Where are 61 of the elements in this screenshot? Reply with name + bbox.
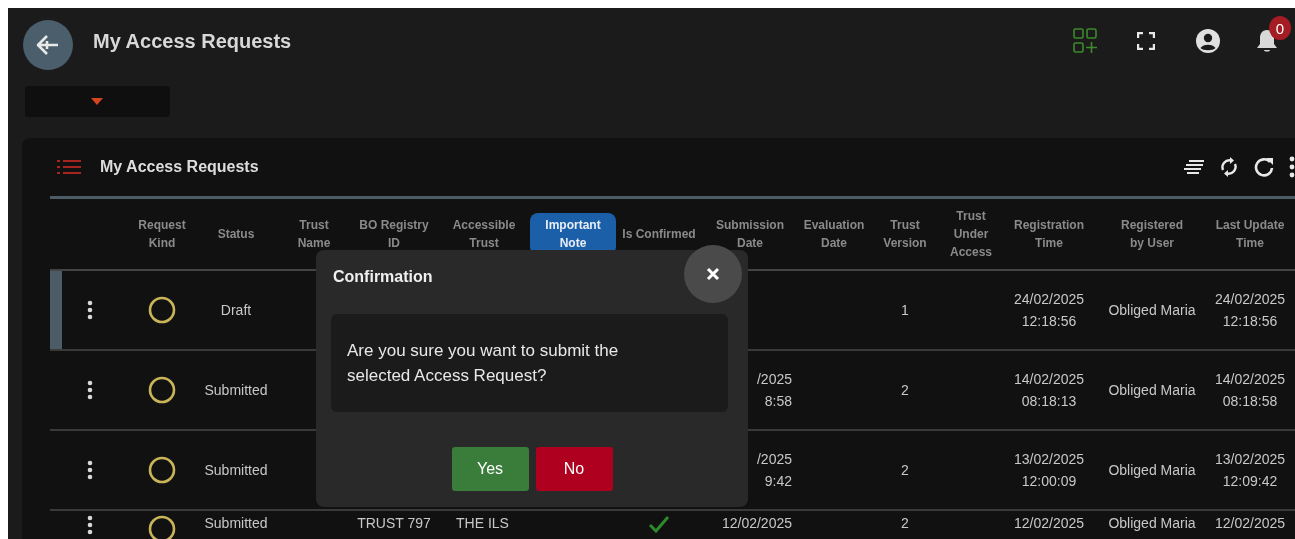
table-cell-text: Obliged Maria bbox=[1108, 381, 1196, 400]
sync-icon[interactable] bbox=[1219, 156, 1239, 178]
row-menu-icon[interactable] bbox=[87, 380, 93, 400]
column-header[interactable]: Evaluation Date bbox=[798, 213, 870, 255]
table-cell: 12/02/2025 bbox=[1013, 515, 1085, 532]
yes-button[interactable]: Yes bbox=[451, 447, 529, 491]
table-cell-text: /2025 8:58 bbox=[756, 370, 792, 411]
row-menu-icon[interactable] bbox=[87, 460, 93, 480]
table-cell: 12/02/2025 bbox=[1214, 515, 1286, 532]
account-icon[interactable] bbox=[1195, 28, 1221, 54]
table-cell-text: /2025 9:42 bbox=[756, 450, 792, 491]
table-cell-text: 24/02/2025 12:18:56 bbox=[1013, 290, 1085, 331]
table-cell-text: 14/02/2025 08:18:58 bbox=[1214, 370, 1286, 411]
table-cell-text: Submitted bbox=[204, 381, 268, 400]
table-cell-text: Obliged Maria bbox=[1108, 461, 1196, 480]
column-header[interactable]: Last Update Time bbox=[1208, 213, 1292, 255]
table-cell: Submitted bbox=[204, 515, 268, 532]
table-cell-text: 24/02/2025 12:18:56 bbox=[1214, 290, 1286, 331]
caret-icon bbox=[91, 98, 103, 105]
back-arrow-icon bbox=[35, 34, 61, 56]
table-cell-text: 2 bbox=[901, 381, 909, 400]
no-button[interactable]: No bbox=[535, 447, 613, 491]
row-menu-icon[interactable] bbox=[87, 515, 93, 535]
table-cell-text: 2 bbox=[901, 461, 909, 480]
close-icon bbox=[706, 267, 720, 281]
page-title: My Access Requests bbox=[93, 29, 292, 53]
dialog-message: Are you sure you want to submit the selected Access Request? bbox=[347, 340, 620, 387]
table-cell-text: 1 bbox=[901, 301, 909, 320]
table-cell: Obliged Maria bbox=[1108, 515, 1196, 532]
table-cell: 2 bbox=[901, 515, 909, 532]
panel-title: My Access Requests bbox=[100, 158, 259, 176]
fullscreen-icon[interactable] bbox=[1137, 32, 1155, 50]
column-header[interactable]: Trust Version bbox=[870, 213, 940, 255]
back-button[interactable] bbox=[23, 20, 73, 70]
column-header[interactable]: Status bbox=[213, 222, 259, 246]
table-cell-text: Obliged Maria bbox=[1108, 301, 1196, 320]
column-header[interactable]: Registered by User bbox=[1109, 213, 1195, 255]
table-cell-text: 13/02/2025 12:00:09 bbox=[1013, 450, 1085, 491]
add-widget-icon[interactable] bbox=[1073, 28, 1097, 54]
column-header[interactable]: Registration Time bbox=[1006, 213, 1092, 255]
more-options-icon[interactable] bbox=[1289, 156, 1295, 178]
refresh-icon[interactable] bbox=[1253, 156, 1275, 178]
table-cell: 12/02/2025 bbox=[721, 515, 792, 532]
column-header[interactable]: Trust Under Access bbox=[940, 204, 1002, 264]
lines-icon[interactable] bbox=[1183, 160, 1205, 174]
table-cell: THE ILS bbox=[456, 515, 509, 532]
list-icon bbox=[57, 159, 81, 175]
table-cell-text: 14/02/2025 08:18:13 bbox=[1013, 370, 1085, 411]
table-cell: TRUST 797 bbox=[357, 515, 431, 532]
dialog-title: Confirmation bbox=[333, 268, 433, 286]
column-header[interactable]: Request Kind bbox=[130, 213, 194, 255]
circle-icon bbox=[148, 376, 176, 404]
row-menu-icon[interactable] bbox=[87, 300, 93, 320]
notification-count-badge: 0 bbox=[1269, 16, 1291, 40]
column-header[interactable]: Is Confirmed bbox=[618, 222, 700, 246]
circle-icon bbox=[148, 296, 176, 324]
table-cell-text: Draft bbox=[220, 301, 252, 320]
table-cell-text: 13/02/2025 12:09:42 bbox=[1214, 450, 1286, 491]
table-row[interactable]: Submitted TRUST 797 THE ILS 12/02/2025 2 12/02/2025 Obliged Maria 12/02/2025 bbox=[50, 511, 1295, 539]
circle-icon bbox=[148, 456, 176, 484]
table-cell-text: Submitted bbox=[204, 461, 268, 480]
